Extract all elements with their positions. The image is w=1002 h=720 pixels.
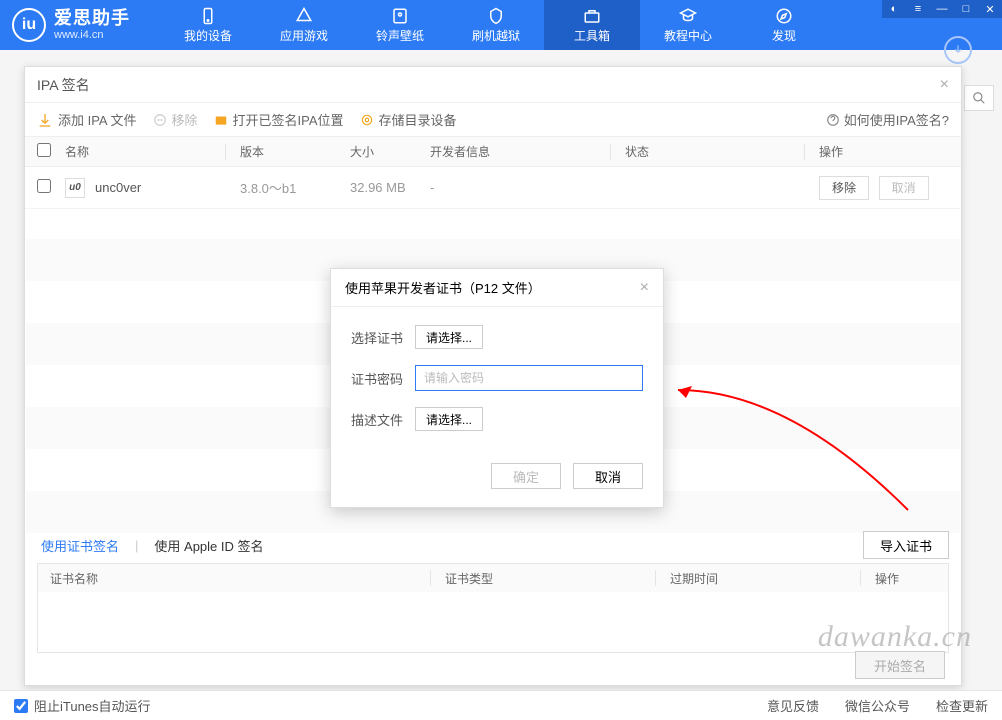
import-cert-button[interactable]: 导入证书 xyxy=(863,531,949,559)
dialog-cancel-button[interactable]: 取消 xyxy=(573,463,643,489)
remove-button[interactable]: 移除 xyxy=(153,110,198,129)
main-nav: 我的设备 应用游戏 铃声壁纸 刷机越狱 工具箱 教程中心 发现 xyxy=(160,0,832,50)
help-link[interactable]: 如何使用IPA签名? xyxy=(826,110,949,129)
skin-icon[interactable]: ◐ xyxy=(882,0,906,18)
nav-tutorials[interactable]: 教程中心 xyxy=(640,0,736,50)
col-status: 状态 xyxy=(625,143,804,160)
feedback-link[interactable]: 意见反馈 xyxy=(767,696,819,715)
dialog-ok-button[interactable]: 确定 xyxy=(491,463,561,489)
browse-cert-button[interactable]: 请选择... xyxy=(415,325,483,349)
dialog-title: 使用苹果开发者证书（P12 文件） xyxy=(345,278,541,297)
menu-icon[interactable]: ≡ xyxy=(906,0,930,18)
nav-discover[interactable]: 发现 xyxy=(736,0,832,50)
app-dev: - xyxy=(430,180,610,195)
p12-dialog: 使用苹果开发者证书（P12 文件） × 选择证书 请选择... 证书密码 描述文… xyxy=(330,268,664,508)
table-header: 名称 版本 大小 开发者信息 状态 操作 xyxy=(25,137,961,167)
window-titlebar: IPA 签名 × xyxy=(25,67,961,103)
cert-col-expire: 过期时间 xyxy=(670,570,860,587)
cert-table: 证书名称 证书类型 过期时间 操作 xyxy=(37,563,949,653)
table-row[interactable]: u0 unc0ver 3.8.0～b1 32.96 MB - 移除 取消 xyxy=(25,167,961,209)
cert-col-ops: 操作 xyxy=(875,570,936,587)
wechat-link[interactable]: 微信公众号 xyxy=(845,696,910,715)
block-itunes-checkbox[interactable] xyxy=(14,699,28,713)
toolbar: 添加 IPA 文件 移除 打开已签名IPA位置 存储目录设备 如何使用IPA签名… xyxy=(25,103,961,137)
brand-site: www.i4.cn xyxy=(54,29,130,41)
tab-appleid-sign[interactable]: 使用 Apple ID 签名 xyxy=(150,536,267,555)
start-sign-button[interactable]: 开始签名 xyxy=(855,651,945,679)
topbar: iu 爱思助手 www.i4.cn 我的设备 应用游戏 铃声壁纸 刷机越狱 工具… xyxy=(0,0,1002,50)
dialog-close-icon[interactable]: × xyxy=(640,279,649,297)
logo: iu 爱思助手 www.i4.cn xyxy=(12,8,130,42)
cert-col-name: 证书名称 xyxy=(50,570,430,587)
window-controls: ◐ ≡ — □ ✕ xyxy=(882,0,1002,18)
maximize-icon[interactable]: □ xyxy=(954,0,978,18)
window-title: IPA 签名 xyxy=(37,75,90,95)
update-link[interactable]: 检查更新 xyxy=(936,696,988,715)
block-itunes-label: 阻止iTunes自动运行 xyxy=(34,696,151,715)
nav-apps[interactable]: 应用游戏 xyxy=(256,0,352,50)
password-label: 证书密码 xyxy=(351,369,415,388)
statusbar: 阻止iTunes自动运行 意见反馈 微信公众号 检查更新 xyxy=(0,690,1002,720)
close-icon[interactable]: × xyxy=(940,76,949,94)
close-icon[interactable]: ✕ xyxy=(978,0,1002,18)
app-version: 3.8.0～b1 xyxy=(240,178,350,197)
watermark: dawanka.cn xyxy=(818,620,972,654)
col-version: 版本 xyxy=(240,143,350,160)
brand-name: 爱思助手 xyxy=(54,9,130,29)
app-name: unc0ver xyxy=(95,180,141,195)
row-cancel-button[interactable]: 取消 xyxy=(879,176,929,200)
open-location-button[interactable]: 打开已签名IPA位置 xyxy=(214,110,344,129)
password-input[interactable] xyxy=(415,365,643,391)
add-ipa-button[interactable]: 添加 IPA 文件 xyxy=(37,110,137,129)
select-cert-label: 选择证书 xyxy=(351,328,415,347)
nav-ringtones[interactable]: 铃声壁纸 xyxy=(352,0,448,50)
row-remove-button[interactable]: 移除 xyxy=(819,176,869,200)
tab-cert-sign[interactable]: 使用证书签名 xyxy=(37,536,123,555)
profile-label: 描述文件 xyxy=(351,410,415,429)
minimize-icon[interactable]: — xyxy=(930,0,954,18)
search-button[interactable] xyxy=(964,85,994,111)
logo-icon: iu xyxy=(12,8,46,42)
save-device-button[interactable]: 存储目录设备 xyxy=(360,110,457,129)
nav-my-device[interactable]: 我的设备 xyxy=(160,0,256,50)
col-size: 大小 xyxy=(350,143,430,160)
col-dev: 开发者信息 xyxy=(430,143,610,160)
download-icon[interactable] xyxy=(944,36,972,64)
col-name: 名称 xyxy=(65,143,225,160)
select-all-checkbox[interactable] xyxy=(37,143,51,157)
row-checkbox[interactable] xyxy=(37,179,51,193)
nav-toolbox[interactable]: 工具箱 xyxy=(544,0,640,50)
cert-area: 使用证书签名 | 使用 Apple ID 签名 导入证书 证书名称 证书类型 过… xyxy=(37,527,949,653)
cert-col-type: 证书类型 xyxy=(445,570,655,587)
app-size: 32.96 MB xyxy=(350,180,430,195)
nav-jailbreak[interactable]: 刷机越狱 xyxy=(448,0,544,50)
col-ops: 操作 xyxy=(819,143,949,160)
browse-profile-button[interactable]: 请选择... xyxy=(415,407,483,431)
app-icon: u0 xyxy=(65,178,85,198)
